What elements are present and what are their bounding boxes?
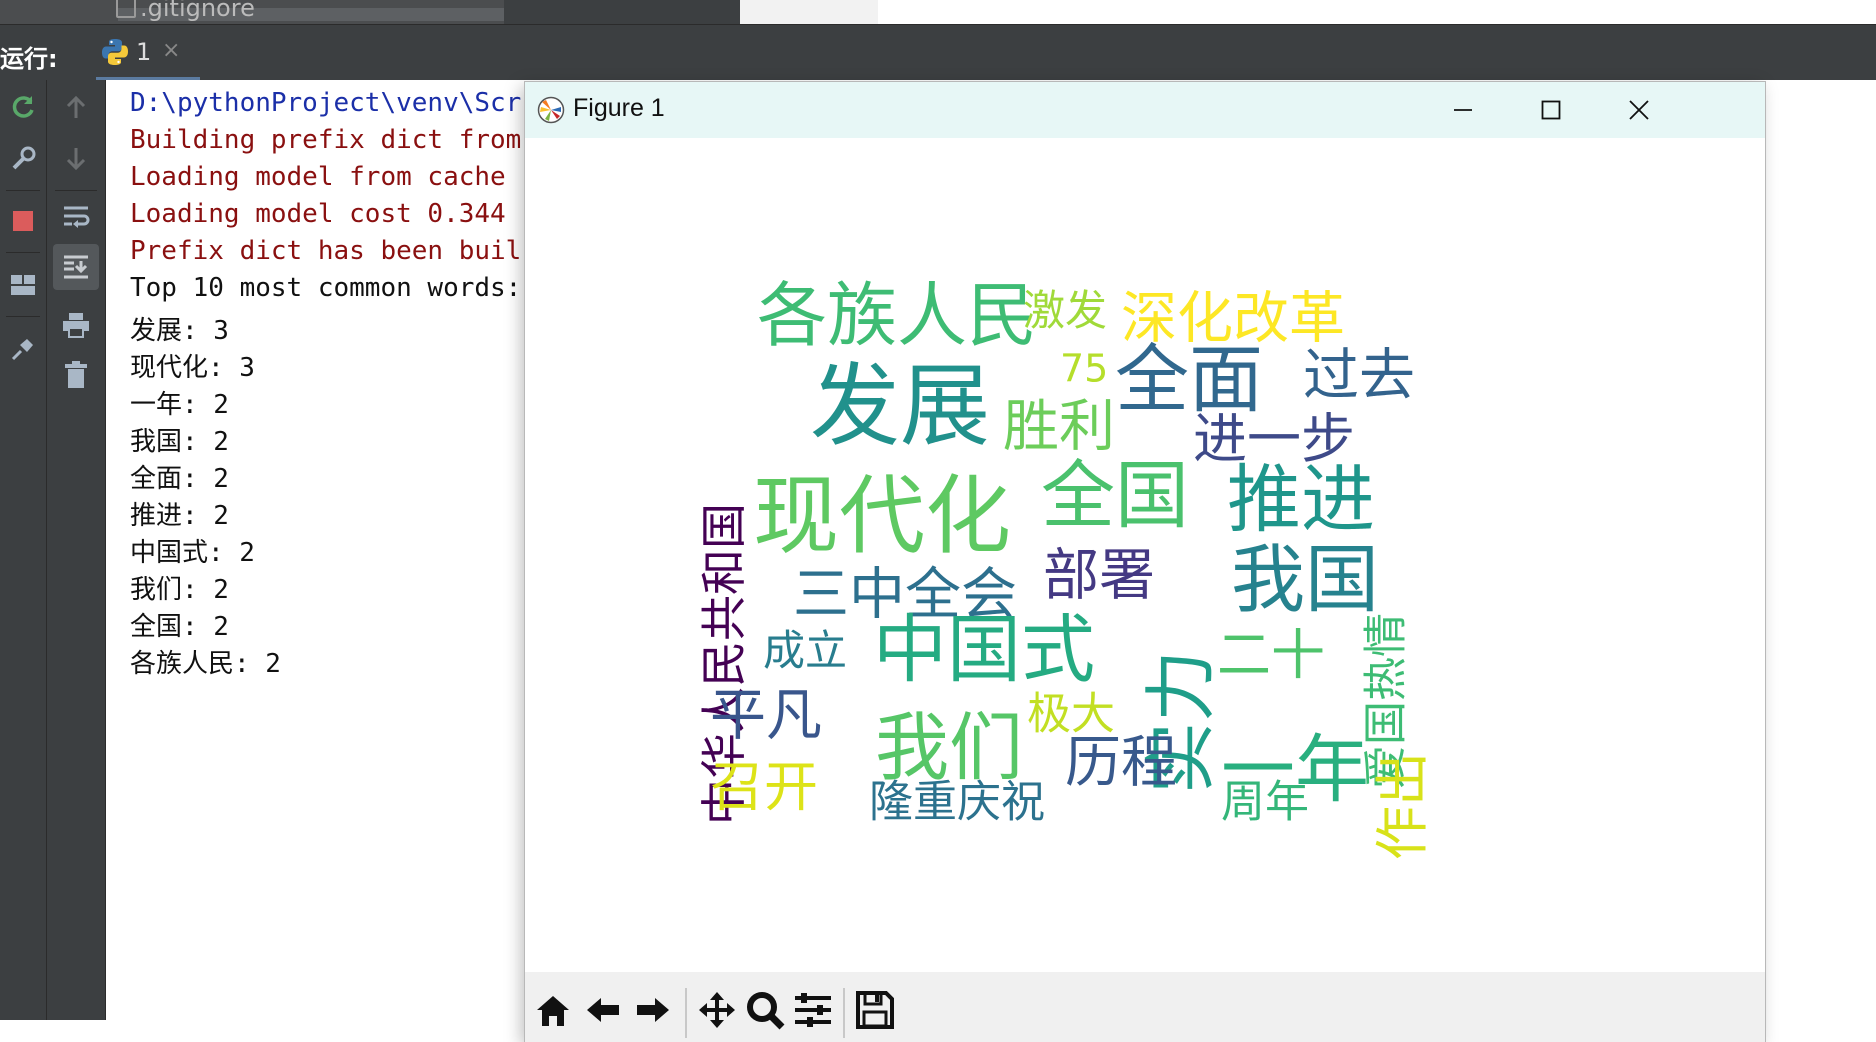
console-line: 全面: 2 [130, 464, 229, 494]
run-tab[interactable]: 1 × [96, 25, 200, 81]
close-tab-icon[interactable]: × [162, 38, 180, 63]
wordcloud-word: 发展 [810, 354, 990, 459]
console-line: 现代化: 3 [130, 353, 255, 383]
run-panel-title: 运行: [0, 45, 58, 73]
close-icon [1629, 100, 1649, 120]
project-tree-item[interactable]: .gitignore [116, 0, 255, 22]
toolbar-separator [6, 252, 40, 253]
console-line: 一年: 2 [130, 390, 229, 420]
up-arrow-icon[interactable] [57, 88, 95, 126]
console-line: 各族人民: 2 [130, 649, 281, 679]
minimize-icon [1454, 109, 1472, 111]
maximize-button[interactable] [1507, 82, 1595, 138]
stop-icon[interactable] [4, 202, 42, 240]
editor-gap [740, 0, 878, 24]
run-tool-window-header: 运行: 1 × [0, 24, 1876, 81]
pin-icon[interactable] [4, 330, 42, 368]
console-line: 发展: 3 [130, 316, 229, 346]
print-icon[interactable] [57, 306, 95, 344]
navigation-toolbar [525, 972, 1765, 1042]
pan-button[interactable] [697, 990, 737, 1030]
wordcloud-word: 我国 [1231, 537, 1379, 623]
console-line: 我国: 2 [130, 427, 229, 457]
wordcloud-word: 隆重庆祝 [869, 777, 1045, 828]
save-button[interactable] [855, 990, 895, 1030]
close-button[interactable] [1595, 82, 1683, 138]
toolbar-separator [6, 316, 40, 317]
editor-area [878, 0, 1876, 24]
wordcloud-word: 75 [1060, 346, 1108, 390]
wordcloud-word: 周年 [1221, 777, 1309, 828]
python-icon [102, 39, 128, 65]
wordcloud-word: 中国式 [873, 607, 1095, 693]
rerun-icon[interactable] [4, 88, 42, 126]
figure-title: Figure 1 [573, 94, 665, 122]
console-line: 我们: 2 [130, 575, 229, 605]
console-line: 推进: 2 [130, 501, 229, 531]
wordcloud-word: 二十 [1217, 624, 1325, 687]
down-arrow-icon[interactable] [57, 140, 95, 178]
figure-titlebar[interactable]: Figure 1 [525, 82, 1765, 138]
forward-button[interactable] [633, 990, 673, 1030]
console-line: 全国: 2 [130, 612, 229, 642]
toolbar-separator [843, 988, 845, 1038]
wordcloud-word: 过去 [1303, 343, 1415, 408]
file-icon [116, 0, 136, 18]
wordcloud-word: 胜利 [1003, 394, 1115, 459]
wordcloud-word: 现代化 [753, 467, 1011, 567]
wordcloud-word: 历程 [1065, 730, 1177, 795]
project-tree-item-label: .gitignore [140, 0, 255, 22]
console-line: 中国式: 2 [130, 538, 255, 568]
toolbar-separator [55, 190, 97, 191]
wordcloud-word: 激发 [1023, 286, 1107, 335]
pan-icon [699, 992, 735, 1028]
wrench-icon[interactable] [4, 140, 42, 178]
configure-subplots-icon [795, 993, 831, 1027]
forward-arrow-icon [637, 998, 669, 1022]
layout-icon[interactable] [4, 266, 42, 304]
console-line: Loading model from cache [130, 162, 506, 192]
run-tab-label: 1 [136, 38, 152, 66]
zoom-icon [747, 992, 785, 1030]
wordcloud-word: 部署 [1043, 543, 1155, 608]
back-arrow-icon [587, 998, 619, 1022]
run-actions-toolbar [0, 80, 47, 1020]
matplotlib-icon [537, 96, 565, 124]
console-line: Building prefix dict from [130, 125, 522, 155]
wordcloud-word: 平凡 [710, 683, 822, 748]
back-button[interactable] [583, 990, 623, 1030]
save-icon [856, 991, 894, 1029]
console-line: Loading model cost 0.344 [130, 199, 506, 229]
wordcloud-word: 作出 [1371, 752, 1434, 860]
configure-subplots-button[interactable] [793, 990, 833, 1030]
console-line: Top 10 most common words: [130, 273, 522, 303]
minimize-button[interactable] [1419, 82, 1507, 138]
word-cloud: 各族人民激发 深化改革75发展 全面 过去胜利 进一步中华人民共和国 现代化 全国 推进爱国热… [697, 275, 1434, 860]
console-actions-toolbar [47, 80, 106, 1020]
wordcloud-word: 全国 [1041, 453, 1189, 539]
home-button[interactable] [533, 990, 573, 1030]
wordcloud-word: 召开 [710, 756, 818, 819]
soft-wrap-icon[interactable] [57, 198, 95, 236]
wordcloud-word: 各族人民 [757, 275, 1037, 357]
maximize-icon [1541, 100, 1561, 120]
background-area [1790, 80, 1876, 1020]
figure-window[interactable]: Figure 1 各族人民 激发 深化改革 75 发展 全面 过去 胜利 进一步 中华人民共和国现… [525, 82, 1765, 1042]
wordcloud-word: 成立 [763, 626, 847, 675]
wordcloud-word: 推进 [1227, 457, 1375, 543]
home-icon [537, 996, 569, 1026]
toolbar-separator [685, 988, 687, 1038]
console-line: Prefix dict has been buil [130, 236, 522, 266]
toolbar-separator [6, 190, 40, 191]
trash-icon[interactable] [57, 356, 95, 394]
zoom-button[interactable] [745, 990, 785, 1030]
scroll-to-end-icon[interactable] [53, 244, 99, 290]
figure-canvas[interactable]: 各族人民 激发 深化改革 75 发展 全面 过去 胜利 进一步 中华人民共和国 现代化 全国 推进 爱国热… [525, 138, 1765, 972]
console-line: D:\pythonProject\venv\Scr [130, 88, 522, 118]
